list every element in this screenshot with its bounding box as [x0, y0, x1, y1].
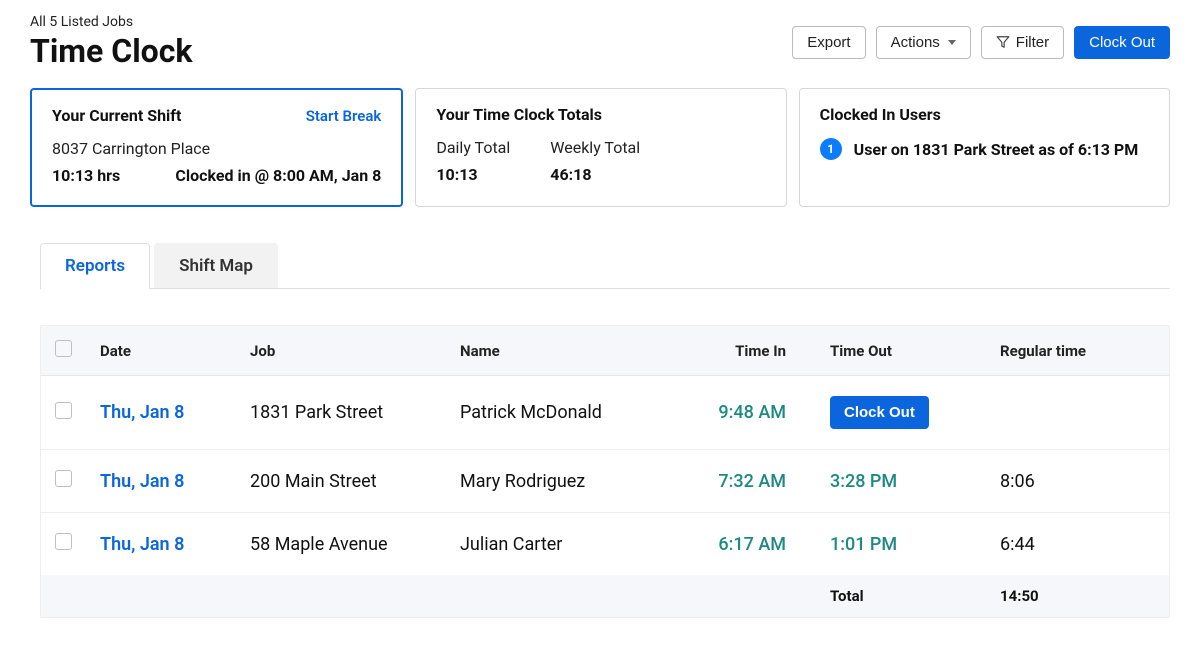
row-date[interactable]: Thu, Jan 8: [100, 471, 184, 492]
actions-button[interactable]: Actions: [876, 26, 971, 59]
tab-reports[interactable]: Reports: [40, 243, 150, 288]
row-checkbox[interactable]: [55, 402, 72, 419]
row-regular: [986, 376, 1169, 450]
row-time-out[interactable]: 3:28 PM: [830, 471, 897, 492]
col-date[interactable]: Date: [86, 326, 236, 376]
row-job: 58 Maple Avenue: [236, 513, 446, 576]
chevron-down-icon: [948, 40, 956, 45]
actions-label: Actions: [891, 34, 940, 51]
table-row: Thu, Jan 8 200 Main Street Mary Rodrigue…: [41, 450, 1169, 513]
clocked-in-users-title: Clocked In Users: [820, 105, 941, 124]
row-time-in[interactable]: 7:32 AM: [718, 471, 786, 492]
row-checkbox[interactable]: [55, 470, 72, 487]
row-job: 200 Main Street: [236, 450, 446, 513]
row-name: Mary Rodriguez: [446, 450, 686, 513]
table-row: Thu, Jan 8 58 Maple Avenue Julian Carter…: [41, 513, 1169, 576]
filter-button[interactable]: Filter: [981, 26, 1064, 59]
tab-shift-map[interactable]: Shift Map: [154, 243, 278, 288]
weekly-total-value: 46:18: [550, 165, 640, 184]
clock-out-button[interactable]: Clock Out: [1074, 26, 1170, 59]
current-shift-card: Your Current Shift Start Break 8037 Carr…: [30, 88, 403, 207]
clocked-in-users-card: Clocked In Users 1 User on 1831 Park Str…: [799, 88, 1170, 207]
breadcrumb[interactable]: All 5 Listed Jobs: [30, 14, 192, 30]
row-clock-out-button[interactable]: Clock Out: [830, 396, 929, 429]
row-regular: 6:44: [986, 513, 1169, 576]
shift-hours: 10:13 hrs: [52, 166, 120, 185]
filter-icon: [996, 35, 1010, 49]
toolbar: Export Actions Filter Clock Out: [792, 26, 1170, 59]
row-time-out[interactable]: 1:01 PM: [830, 534, 897, 555]
daily-total-value: 10:13: [436, 165, 510, 184]
shift-clocked-in: Clocked in @ 8:00 AM, Jan 8: [175, 166, 381, 185]
col-name[interactable]: Name: [446, 326, 686, 376]
start-break-link[interactable]: Start Break: [306, 107, 382, 125]
export-button[interactable]: Export: [792, 26, 865, 59]
row-time-in[interactable]: 6:17 AM: [718, 534, 786, 555]
select-all-checkbox[interactable]: [55, 340, 72, 357]
page-title: Time Clock: [30, 32, 192, 70]
shifts-table: Date Job Name Time In Time Out Regular t…: [40, 325, 1170, 618]
current-shift-title: Your Current Shift: [52, 106, 181, 125]
footer-total-label: Total: [816, 575, 986, 617]
col-regular-time[interactable]: Regular time: [986, 326, 1169, 376]
row-date[interactable]: Thu, Jan 8: [100, 402, 184, 423]
row-regular: 8:06: [986, 450, 1169, 513]
row-job: 1831 Park Street: [236, 376, 446, 450]
totals-title: Your Time Clock Totals: [436, 105, 602, 124]
tabs: Reports Shift Map: [40, 243, 1170, 289]
row-checkbox[interactable]: [55, 533, 72, 550]
shift-location: 8037 Carrington Place: [52, 139, 381, 158]
col-job[interactable]: Job: [236, 326, 446, 376]
footer-total-value: 14:50: [986, 575, 1169, 617]
filter-label: Filter: [1016, 34, 1049, 51]
row-name: Patrick McDonald: [446, 376, 686, 450]
totals-card: Your Time Clock Totals Daily Total 10:13…: [415, 88, 786, 207]
daily-total-label: Daily Total: [436, 138, 510, 157]
user-count-badge: 1: [820, 138, 842, 160]
col-time-in[interactable]: Time In: [686, 326, 816, 376]
table-row: Thu, Jan 8 1831 Park Street Patrick McDo…: [41, 376, 1169, 450]
row-date[interactable]: Thu, Jan 8: [100, 534, 184, 555]
row-name: Julian Carter: [446, 513, 686, 576]
col-time-out[interactable]: Time Out: [816, 326, 986, 376]
clocked-in-user-text: User on 1831 Park Street as of 6:13 PM: [854, 140, 1139, 159]
weekly-total-label: Weekly Total: [550, 138, 640, 157]
row-time-in[interactable]: 9:48 AM: [718, 402, 786, 423]
